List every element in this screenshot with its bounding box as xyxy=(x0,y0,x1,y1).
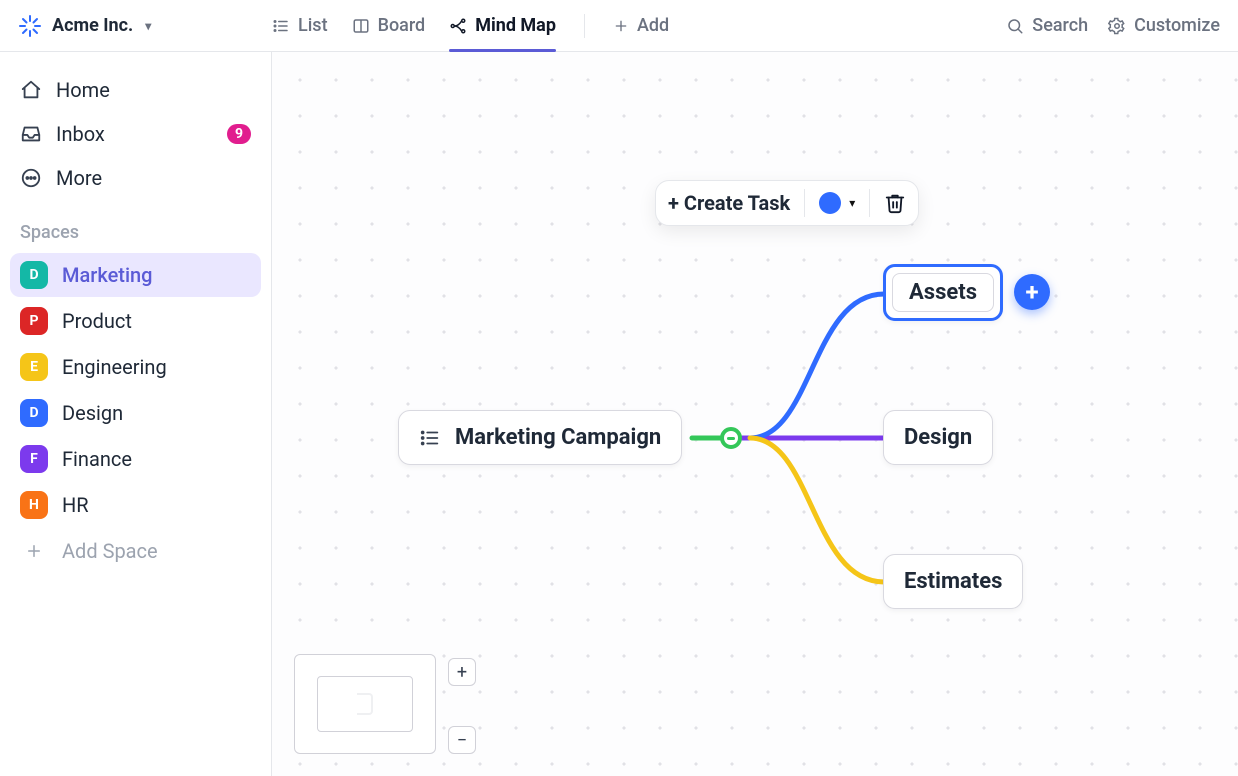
add-child-button[interactable]: + xyxy=(1014,274,1050,310)
minimap-viewport xyxy=(317,676,413,732)
collapse-handle[interactable] xyxy=(720,427,742,449)
zoom-controls: + − xyxy=(448,658,476,754)
space-item-design[interactable]: D Design xyxy=(10,391,261,435)
space-item-engineering[interactable]: E Engineering xyxy=(10,345,261,389)
add-view-label: Add xyxy=(637,15,669,36)
space-badge: P xyxy=(20,307,48,335)
customize-label: Customize xyxy=(1134,15,1220,36)
sidebar: Home Inbox 9 More Spaces D Marketing P Prod… xyxy=(0,52,272,776)
minimap[interactable] xyxy=(294,654,436,754)
color-picker[interactable]: ▾ xyxy=(819,192,855,214)
separator xyxy=(869,189,870,217)
nav-label: Inbox xyxy=(56,122,105,146)
search-label: Search xyxy=(1032,15,1088,36)
create-task-button[interactable]: + Create Task xyxy=(668,191,790,215)
space-label: Design xyxy=(62,401,123,425)
space-label: HR xyxy=(62,493,89,517)
view-tab-label: Mind Map xyxy=(475,15,556,36)
nav-more[interactable]: More xyxy=(10,156,261,200)
color-chip xyxy=(819,192,841,214)
create-task-label: + Create Task xyxy=(668,191,790,215)
trash-icon xyxy=(884,192,906,214)
space-label: Engineering xyxy=(62,355,167,379)
workspace-name: Acme Inc. xyxy=(52,15,133,36)
view-tab-list[interactable]: List xyxy=(272,0,328,51)
inbox-icon xyxy=(20,123,42,145)
space-item-hr[interactable]: H HR xyxy=(10,483,261,527)
node-label: Estimates xyxy=(904,569,1002,594)
list-icon xyxy=(272,17,290,35)
node-label: Design xyxy=(904,425,972,450)
view-tab-board[interactable]: Board xyxy=(352,0,426,51)
zoom-out-button[interactable]: − xyxy=(448,726,476,754)
chevron-down-icon: ▾ xyxy=(145,19,151,33)
space-label: Marketing xyxy=(62,263,153,287)
space-item-finance[interactable]: F Finance xyxy=(10,437,261,481)
search-icon xyxy=(1006,17,1024,35)
list-icon xyxy=(419,427,441,449)
mindmap-canvas[interactable]: + Create Task ▾ Marketing Campaig xyxy=(272,52,1238,776)
spaces-section-title: Spaces xyxy=(10,200,261,251)
mindmap-node-design[interactable]: Design xyxy=(883,410,993,465)
delete-button[interactable] xyxy=(884,192,906,214)
gear-icon xyxy=(1108,17,1126,35)
node-label: Assets xyxy=(892,273,994,312)
zoom-in-button[interactable]: + xyxy=(448,658,476,686)
add-space-button[interactable]: Add Space xyxy=(10,529,261,573)
space-label: Product xyxy=(62,309,132,333)
mindmap-icon xyxy=(449,17,467,35)
mindmap-node-assets[interactable]: Assets xyxy=(883,264,1003,321)
plus-icon xyxy=(613,18,629,34)
view-tab-label: List xyxy=(298,15,328,36)
mindmap-root-node[interactable]: Marketing Campaign xyxy=(398,410,682,465)
node-toolbar: + Create Task ▾ xyxy=(655,180,919,226)
add-space-label: Add Space xyxy=(62,539,158,563)
nav-inbox[interactable]: Inbox 9 xyxy=(10,112,261,156)
space-badge: F xyxy=(20,445,48,473)
nav-label: Home xyxy=(56,78,110,102)
search-button[interactable]: Search xyxy=(1006,15,1088,36)
view-tabs: List Board Mind Map xyxy=(272,0,669,51)
board-icon xyxy=(352,17,370,35)
space-badge: E xyxy=(20,353,48,381)
space-item-marketing[interactable]: D Marketing xyxy=(10,253,261,297)
workspace-switcher[interactable]: Acme Inc. ▾ xyxy=(18,14,272,38)
space-badge: D xyxy=(20,399,48,427)
space-label: Finance xyxy=(62,447,132,471)
topbar: Acme Inc. ▾ List Board xyxy=(0,0,1238,52)
separator xyxy=(584,14,585,38)
space-item-product[interactable]: P Product xyxy=(10,299,261,343)
inbox-badge: 9 xyxy=(227,124,251,144)
mindmap-node-estimates[interactable]: Estimates xyxy=(883,554,1023,609)
customize-button[interactable]: Customize xyxy=(1108,15,1220,36)
separator xyxy=(804,189,805,217)
chevron-down-icon: ▾ xyxy=(849,196,855,210)
root-node-label: Marketing Campaign xyxy=(455,425,661,450)
add-view-button[interactable]: Add xyxy=(613,0,669,51)
plus-icon xyxy=(20,542,48,560)
app-logo-icon xyxy=(18,14,42,38)
more-icon xyxy=(20,167,42,189)
space-badge: H xyxy=(20,491,48,519)
nav-label: More xyxy=(56,166,102,190)
space-badge: D xyxy=(20,261,48,289)
view-tab-mindmap[interactable]: Mind Map xyxy=(449,0,556,51)
nav-home[interactable]: Home xyxy=(10,68,261,112)
view-tab-label: Board xyxy=(378,15,426,36)
home-icon xyxy=(20,79,42,101)
